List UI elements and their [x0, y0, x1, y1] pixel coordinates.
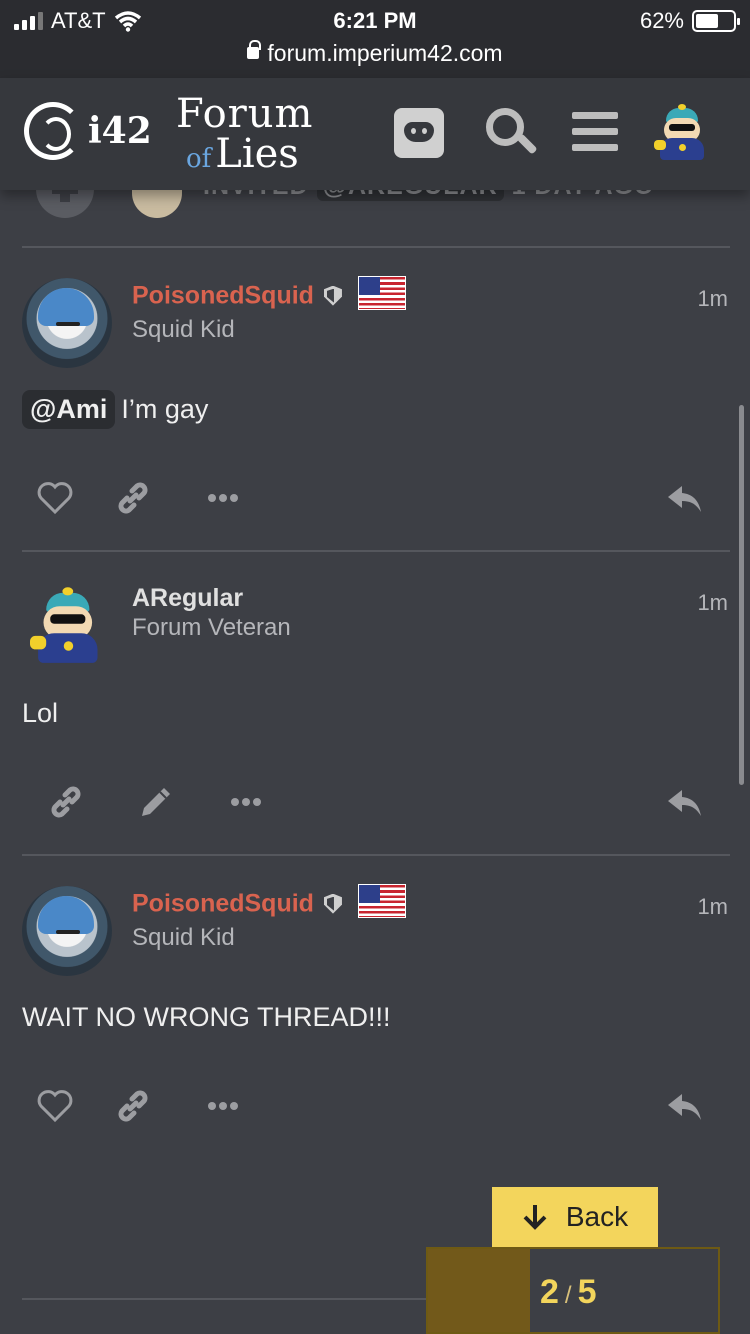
post-3: PoisonedSquid Squid Kid 1m WAIT NO WRONG…	[0, 856, 750, 1156]
heart-icon[interactable]	[35, 478, 75, 518]
avatar[interactable]	[30, 587, 106, 666]
site-logo[interactable]: i42	[24, 102, 152, 160]
url-text: forum.imperium42.com	[267, 40, 503, 66]
progress-current: 2	[540, 1273, 559, 1311]
username[interactable]: ARegular	[132, 584, 243, 613]
progress-fill	[428, 1249, 531, 1332]
ios-status-area: AT&T 6:21 PM 62% forum.imperium42.com	[0, 0, 750, 78]
menu-icon[interactable]	[570, 106, 626, 162]
search-icon[interactable]	[484, 106, 540, 162]
progress-text: 2/5	[540, 1273, 597, 1311]
user-avatar[interactable]	[654, 104, 710, 162]
reply-icon[interactable]	[665, 478, 705, 518]
logo-text: i42	[88, 110, 152, 152]
username-text: PoisonedSquid	[132, 281, 314, 310]
back-label: Back	[565, 1201, 629, 1232]
shield-icon	[324, 894, 342, 914]
cartman-avatar-icon	[30, 587, 106, 666]
post-progress[interactable]: 2/5	[426, 1247, 720, 1334]
post-time[interactable]: 1m	[697, 590, 728, 616]
forum-title-line1: Forum	[176, 91, 314, 137]
post-1: PoisonedSquid Squid Kid 1m @Ami I’m gay	[0, 248, 750, 550]
more-icon[interactable]	[203, 478, 243, 518]
battery-group: 62%	[639, 8, 740, 34]
forum-header: i42 Forum of Lies	[0, 78, 750, 190]
more-icon[interactable]	[203, 1086, 243, 1126]
battery-percent: 62%	[639, 8, 684, 33]
forum-title-of: of	[186, 144, 212, 174]
url-bar[interactable]: forum.imperium42.com	[0, 39, 750, 67]
progress-total: 5	[577, 1273, 597, 1311]
arrow-down-icon	[523, 1205, 547, 1230]
us-flag-icon	[357, 884, 406, 918]
post-text: I’m gay	[121, 394, 209, 424]
post-divider	[22, 1298, 426, 1300]
post-time[interactable]: 1m	[697, 286, 728, 312]
more-icon[interactable]	[226, 782, 266, 822]
pencil-icon[interactable]	[136, 782, 176, 822]
shield-icon	[324, 286, 342, 306]
mention[interactable]: @Ami	[22, 390, 116, 429]
user-title: Forum Veteran	[132, 614, 291, 641]
avatar[interactable]	[22, 278, 112, 368]
clock: 6:21 PM	[333, 8, 417, 33]
discord-icon[interactable]	[394, 108, 444, 158]
username-text: PoisonedSquid	[132, 889, 314, 918]
battery-icon	[692, 10, 740, 32]
forum-title-line2: Lies	[215, 131, 299, 177]
lock-icon	[247, 39, 262, 59]
username[interactable]: PoisonedSquid	[132, 276, 406, 314]
forum-title-logo[interactable]: Forum of Lies	[176, 94, 313, 174]
status-bar: AT&T 6:21 PM 62%	[0, 6, 750, 36]
heart-icon[interactable]	[35, 1086, 75, 1126]
scrollbar[interactable]	[739, 405, 744, 785]
username[interactable]: PoisonedSquid	[132, 884, 406, 922]
post-body: Lol	[22, 698, 59, 728]
post-time[interactable]: 1m	[697, 894, 728, 920]
link-icon[interactable]	[46, 782, 86, 822]
avatar[interactable]	[22, 886, 112, 976]
back-button[interactable]: Back	[492, 1187, 658, 1247]
user-title: Squid Kid	[132, 316, 235, 343]
post-2: ARegular Forum Veteran 1m Lol	[0, 552, 750, 854]
link-icon[interactable]	[113, 478, 153, 518]
link-icon[interactable]	[113, 1086, 153, 1126]
reply-icon[interactable]	[665, 782, 705, 822]
cartman-avatar-icon	[654, 104, 710, 162]
reply-icon[interactable]	[665, 1086, 705, 1126]
us-flag-icon	[357, 276, 406, 310]
post-body: WAIT NO WRONG THREAD!!!	[22, 1002, 391, 1032]
user-title: Squid Kid	[132, 924, 235, 951]
i42-logo-icon	[24, 102, 82, 160]
post-body: @Ami I’m gay	[22, 390, 208, 429]
